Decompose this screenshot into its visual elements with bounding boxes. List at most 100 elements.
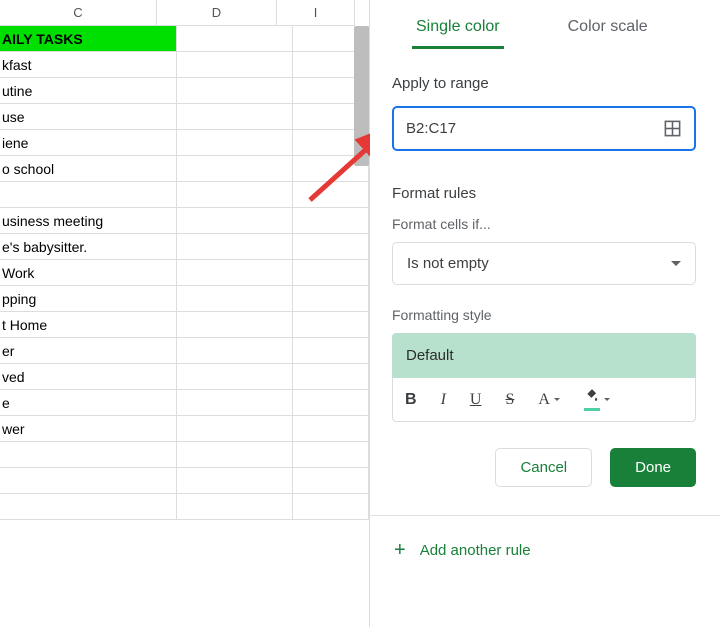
add-another-rule-button[interactable]: + Add another rule — [392, 536, 696, 564]
cell[interactable]: Work — [0, 260, 177, 286]
cell[interactable]: kfast — [0, 52, 177, 78]
cell[interactable]: t Home — [0, 312, 177, 338]
table-row[interactable]: ved — [0, 364, 369, 390]
table-row[interactable]: e — [0, 390, 369, 416]
add-rule-label: Add another rule — [420, 542, 531, 559]
cell[interactable] — [293, 338, 369, 364]
cell[interactable]: ved — [0, 364, 177, 390]
cell[interactable] — [177, 338, 293, 364]
cell[interactable] — [0, 494, 177, 520]
table-row[interactable]: wer — [0, 416, 369, 442]
condition-dropdown[interactable]: Is not empty — [392, 242, 696, 285]
cell[interactable] — [177, 416, 293, 442]
vertical-scrollbar[interactable] — [354, 26, 369, 166]
apply-range-label: Apply to range — [392, 75, 696, 92]
tab-color-scale[interactable]: Color scale — [564, 10, 652, 49]
cell[interactable] — [177, 312, 293, 338]
cell[interactable] — [177, 468, 293, 494]
cell[interactable] — [177, 234, 293, 260]
cell[interactable] — [177, 390, 293, 416]
plus-icon: + — [394, 540, 406, 560]
style-preview[interactable]: Default — [392, 333, 696, 378]
grid-select-icon[interactable] — [663, 119, 682, 138]
table-row[interactable]: iene — [0, 130, 369, 156]
cell[interactable]: e's babysitter. — [0, 234, 177, 260]
table-row[interactable]: AILY TASKS — [0, 26, 369, 52]
table-row[interactable]: kfast — [0, 52, 369, 78]
cell[interactable]: er — [0, 338, 177, 364]
cell[interactable]: o school — [0, 156, 177, 182]
cell[interactable] — [293, 416, 369, 442]
table-row[interactable] — [0, 442, 369, 468]
cell[interactable] — [293, 364, 369, 390]
column-header-i[interactable]: I — [277, 0, 355, 26]
divider — [370, 515, 720, 516]
format-rules-label: Format rules — [392, 185, 696, 202]
fill-color-button[interactable] — [584, 388, 610, 411]
cell[interactable] — [293, 234, 369, 260]
table-row[interactable]: Work — [0, 260, 369, 286]
cell[interactable] — [177, 26, 293, 52]
cell[interactable] — [177, 130, 293, 156]
cell[interactable] — [177, 286, 293, 312]
column-header-d[interactable]: D — [157, 0, 277, 26]
cell[interactable] — [293, 442, 369, 468]
cell[interactable] — [177, 78, 293, 104]
conditional-formatting-panel: Single color Color scale Apply to range … — [370, 0, 720, 627]
underline-button[interactable]: U — [470, 391, 482, 409]
cell[interactable]: AILY TASKS — [0, 26, 177, 52]
cell[interactable] — [177, 442, 293, 468]
strikethrough-button[interactable]: S — [505, 391, 514, 409]
cell[interactable] — [177, 260, 293, 286]
cell[interactable] — [293, 286, 369, 312]
cell[interactable]: utine — [0, 78, 177, 104]
table-row[interactable]: e's babysitter. — [0, 234, 369, 260]
range-input[interactable] — [406, 120, 663, 137]
cell[interactable] — [177, 182, 293, 208]
table-row[interactable]: pping — [0, 286, 369, 312]
cell[interactable] — [0, 468, 177, 494]
table-row[interactable]: use — [0, 104, 369, 130]
bold-button[interactable]: B — [405, 391, 417, 409]
tab-single-color[interactable]: Single color — [412, 10, 504, 49]
table-row[interactable]: utine — [0, 78, 369, 104]
cell[interactable] — [177, 494, 293, 520]
table-row[interactable]: t Home — [0, 312, 369, 338]
table-row[interactable]: usiness meeting — [0, 208, 369, 234]
cell[interactable]: pping — [0, 286, 177, 312]
cell[interactable] — [177, 104, 293, 130]
table-row[interactable] — [0, 182, 369, 208]
cell[interactable] — [177, 52, 293, 78]
cell[interactable]: wer — [0, 416, 177, 442]
cell[interactable]: e — [0, 390, 177, 416]
text-color-button[interactable]: A — [538, 391, 560, 409]
cell[interactable]: use — [0, 104, 177, 130]
italic-button[interactable]: I — [441, 391, 446, 409]
chevron-down-icon — [671, 261, 681, 266]
cell[interactable]: usiness meeting — [0, 208, 177, 234]
chevron-down-icon — [554, 398, 560, 401]
cell[interactable] — [293, 312, 369, 338]
cell[interactable] — [0, 182, 177, 208]
cell[interactable] — [177, 364, 293, 390]
spreadsheet-area[interactable]: C D I AILY TASKSkfastutineuseieneo schoo… — [0, 0, 370, 627]
table-row[interactable]: o school — [0, 156, 369, 182]
cell[interactable] — [293, 182, 369, 208]
column-header-c[interactable]: C — [0, 0, 157, 26]
cancel-button[interactable]: Cancel — [495, 448, 592, 487]
cell[interactable] — [0, 442, 177, 468]
cell[interactable] — [293, 390, 369, 416]
table-row[interactable] — [0, 468, 369, 494]
table-row[interactable] — [0, 494, 369, 520]
chevron-down-icon — [604, 398, 610, 401]
cell[interactable] — [293, 260, 369, 286]
range-input-container[interactable] — [392, 106, 696, 151]
cell[interactable] — [293, 494, 369, 520]
cell[interactable] — [293, 208, 369, 234]
cell[interactable]: iene — [0, 130, 177, 156]
cell[interactable] — [293, 468, 369, 494]
table-row[interactable]: er — [0, 338, 369, 364]
cell[interactable] — [177, 156, 293, 182]
done-button[interactable]: Done — [610, 448, 696, 487]
cell[interactable] — [177, 208, 293, 234]
